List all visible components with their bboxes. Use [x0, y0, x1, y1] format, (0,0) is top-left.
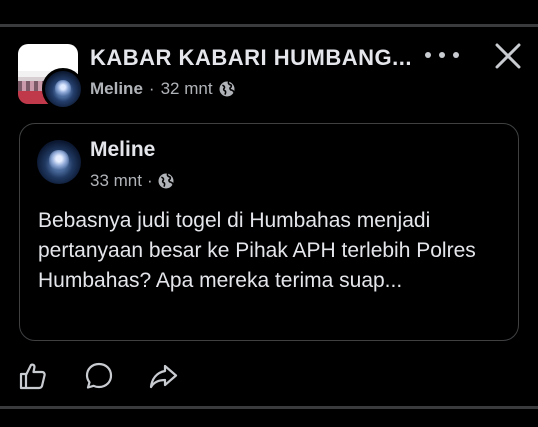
- shared-author-avatar[interactable]: [37, 140, 81, 184]
- group-name[interactable]: KABAR KABARI HUMBANG...: [90, 45, 412, 71]
- share-icon[interactable]: [148, 361, 178, 391]
- globe-icon: [219, 81, 235, 97]
- close-icon[interactable]: [494, 42, 522, 70]
- post-meta: Meline · 32 mnt: [90, 79, 235, 99]
- more-horizontal-icon[interactable]: [425, 40, 459, 70]
- shared-post-meta: 33 mnt ·: [90, 171, 174, 191]
- shared-meta-separator: ·: [146, 171, 153, 190]
- globe-icon: [158, 173, 174, 189]
- bottom-divider: [0, 406, 538, 409]
- top-divider: [0, 24, 538, 27]
- thumbs-up-icon[interactable]: [18, 361, 48, 391]
- meta-separator: ·: [148, 79, 155, 98]
- shared-post-author[interactable]: Meline: [90, 138, 155, 162]
- shared-post-time[interactable]: 33 mnt: [90, 171, 142, 191]
- post-screen: KABAR KABARI HUMBANG... Meline · 32 mnt …: [0, 0, 538, 427]
- comment-icon[interactable]: [84, 361, 114, 391]
- shared-post-card[interactable]: Meline 33 mnt · Bebasnya judi togel di H…: [19, 123, 519, 341]
- shared-post-text: Bebasnya judi togel di Humbahas menjadi …: [38, 209, 476, 292]
- author-avatar[interactable]: [42, 68, 84, 110]
- post-time[interactable]: 32 mnt: [161, 79, 213, 99]
- post-author[interactable]: Meline: [90, 79, 143, 99]
